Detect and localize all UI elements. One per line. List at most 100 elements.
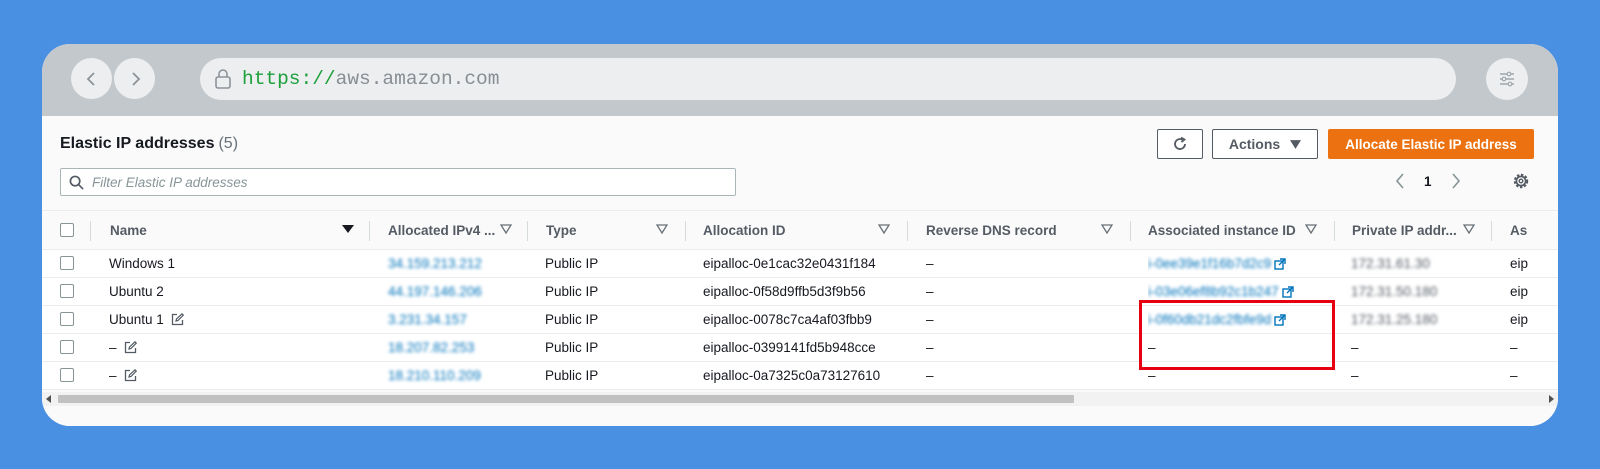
name-text: – <box>109 340 117 355</box>
cell-ipv4[interactable]: 44.197.146.206 <box>388 278 482 305</box>
row-checkbox[interactable] <box>60 368 74 382</box>
cell-type: Public IP <box>545 284 599 299</box>
refresh-button[interactable] <box>1157 129 1203 159</box>
select-all-checkbox[interactable] <box>60 223 74 237</box>
cell-type: Public IP <box>545 256 599 271</box>
cell-allocation-id: eipalloc-0e1cac32e0431f184 <box>703 256 876 271</box>
sort-icon[interactable] <box>878 223 890 235</box>
column-header-private-ip[interactable]: Private IP addr... <box>1352 211 1464 249</box>
table-row[interactable]: Windows 1 34.159.213.212 Public IP eipal… <box>42 250 1558 278</box>
panel-count: (5) <box>218 135 239 152</box>
cell-reverse-dns: – <box>926 368 934 383</box>
cell-type: Public IP <box>545 312 599 327</box>
refresh-icon <box>1174 136 1187 150</box>
edit-icon[interactable] <box>124 369 137 382</box>
cell-allocation-id: eipalloc-0a7325c0a73127610 <box>703 368 881 383</box>
horizontal-scrollbar[interactable] <box>42 392 1558 406</box>
cell-private-ip: 172.31.50.180 <box>1351 284 1438 299</box>
row-checkbox[interactable] <box>60 340 74 354</box>
scrollbar-thumb[interactable] <box>58 395 1074 403</box>
filter-field[interactable] <box>60 168 736 196</box>
column-header-association[interactable]: As <box>1510 211 1558 249</box>
column-divider <box>907 221 908 241</box>
row-checkbox[interactable] <box>60 312 74 326</box>
cell-association: eip <box>1510 256 1529 271</box>
column-divider <box>90 221 91 241</box>
filter-input[interactable] <box>92 174 692 190</box>
scroll-left-icon[interactable] <box>45 395 53 403</box>
sort-icon[interactable] <box>1305 223 1317 235</box>
address-bar[interactable]: https://aws.amazon.com <box>200 58 1456 100</box>
column-divider <box>685 221 686 241</box>
cell-reverse-dns: – <box>926 284 934 299</box>
browser-settings-button[interactable] <box>1486 58 1528 100</box>
cell-allocation-id: eipalloc-0399141fd5b948cce <box>703 340 876 355</box>
caret-down-icon <box>1290 139 1302 149</box>
name-text: – <box>109 368 117 383</box>
edit-icon[interactable] <box>171 313 184 326</box>
eip-panel: Elastic IP addresses (5) Actions Allocate… <box>42 116 1558 426</box>
column-header-instance-id[interactable]: Associated instance ID <box>1148 211 1298 249</box>
allocate-eip-button[interactable]: Allocate Elastic IP address <box>1328 129 1534 159</box>
cell-association: eip <box>1510 312 1529 327</box>
forward-button[interactable] <box>114 58 155 99</box>
sort-icon[interactable] <box>500 223 512 235</box>
column-header-ipv4[interactable]: Allocated IPv4 ... <box>388 211 498 249</box>
sort-icon[interactable] <box>1463 223 1475 235</box>
column-divider <box>1130 221 1131 241</box>
column-divider <box>369 221 370 241</box>
panel-title: Elastic IP addresses (5) <box>60 135 238 153</box>
chevron-left-icon <box>86 71 95 86</box>
sliders-icon <box>1500 71 1514 87</box>
sort-icon[interactable] <box>656 223 668 235</box>
cell-association: eip <box>1510 284 1529 299</box>
next-page-icon[interactable] <box>1450 172 1462 190</box>
column-header-reverse-dns[interactable]: Reverse DNS record <box>926 211 1086 249</box>
row-checkbox[interactable] <box>60 256 74 270</box>
cell-reverse-dns: – <box>926 256 934 271</box>
column-header-allocation-id[interactable]: Allocation ID <box>703 211 863 249</box>
current-page[interactable]: 1 <box>1424 174 1432 189</box>
row-checkbox[interactable] <box>60 284 74 298</box>
name-text: Ubuntu 1 <box>109 312 164 327</box>
cell-private-ip: 172.31.25.180 <box>1351 312 1438 327</box>
cell-name: Windows 1 <box>109 256 176 271</box>
cell-private-ip: – <box>1351 368 1359 383</box>
cell-association: – <box>1510 368 1518 383</box>
edit-icon[interactable] <box>124 341 137 354</box>
url-scheme: https:// <box>242 68 336 90</box>
cell-ipv4[interactable]: 18.207.82.253 <box>388 334 474 361</box>
cell-name: Ubuntu 1 <box>109 306 184 333</box>
column-divider <box>1334 221 1335 241</box>
cell-name: – <box>109 362 137 389</box>
prev-page-icon[interactable] <box>1394 172 1406 190</box>
cell-ipv4[interactable]: 3.231.34.157 <box>388 306 467 333</box>
panel-title-text: Elastic IP addresses <box>60 135 215 152</box>
column-divider <box>1491 221 1492 241</box>
cell-name: Ubuntu 2 <box>109 284 164 299</box>
pagination: 1 <box>1394 172 1462 190</box>
instance-id-link[interactable]: i-03e06ef8b92c1b247 <box>1148 284 1279 299</box>
instance-id-link[interactable]: i-0ee39e1f16b7d2c9 <box>1148 256 1271 271</box>
sort-icon[interactable] <box>1101 223 1113 235</box>
cell-private-ip: 172.31.61.30 <box>1351 256 1430 271</box>
cell-allocation-id: eipalloc-0078c7ca4af03fbb9 <box>703 312 872 327</box>
actions-dropdown[interactable]: Actions <box>1212 129 1318 159</box>
cell-ipv4[interactable]: 34.159.213.212 <box>388 250 482 277</box>
column-header-name[interactable]: Name <box>110 211 330 249</box>
column-header-type[interactable]: Type <box>546 211 646 249</box>
browser-window: https://aws.amazon.com Elastic IP addres… <box>42 44 1558 426</box>
cell-ipv4[interactable]: 18.210.110.209 <box>388 362 481 389</box>
cell-instance-id[interactable]: i-0ee39e1f16b7d2c9 <box>1148 250 1286 277</box>
gear-icon[interactable] <box>1512 172 1530 190</box>
column-divider <box>527 221 528 241</box>
browser-toolbar: https://aws.amazon.com <box>42 44 1558 116</box>
cell-association: – <box>1510 340 1518 355</box>
sort-desc-icon[interactable] <box>342 223 354 235</box>
url-host: aws.amazon.com <box>335 68 500 90</box>
scroll-right-icon[interactable] <box>1547 395 1555 403</box>
back-button[interactable] <box>71 58 112 99</box>
cell-type: Public IP <box>545 368 599 383</box>
cell-private-ip: – <box>1351 340 1359 355</box>
external-link-icon <box>1281 285 1294 298</box>
